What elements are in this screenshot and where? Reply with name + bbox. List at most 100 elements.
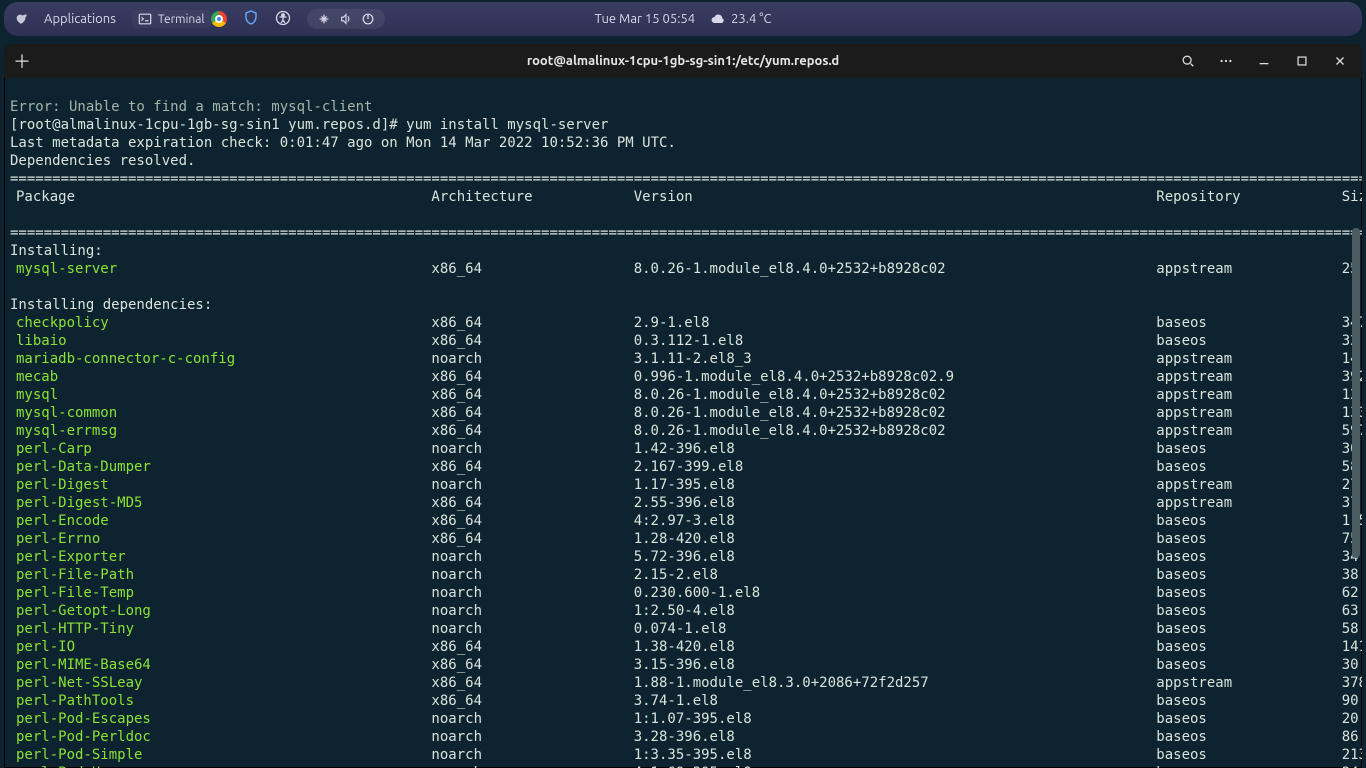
- pkg-name: checkpolicy: [10, 314, 431, 332]
- section-deps: Installing dependencies:: [10, 297, 212, 313]
- pkg-arch: noarch: [431, 440, 633, 458]
- terminal-output[interactable]: Error: Unable to find a match: mysql-cli…: [4, 78, 1362, 768]
- pkg-size: 378 k: [1342, 674, 1362, 692]
- accessibility-icon[interactable]: [275, 10, 291, 29]
- pkg-arch: noarch: [431, 728, 633, 746]
- pkg-name: mysql-common: [10, 404, 431, 422]
- pkg-repo: baseos: [1156, 620, 1341, 638]
- pkg-name: perl-Digest-MD5: [10, 494, 431, 512]
- pkg-size: 20 k: [1342, 710, 1362, 728]
- new-tab-button[interactable]: ＋: [4, 44, 40, 78]
- pkg-arch: x86_64: [431, 530, 633, 548]
- pkg-version: 1.28-420.el8: [634, 530, 1157, 548]
- network-icon: [317, 12, 331, 26]
- pkg-name: perl-Pod-Usage: [10, 764, 431, 768]
- pkg-name: mariadb-connector-c-config: [10, 350, 431, 368]
- pkg-repo: baseos: [1156, 638, 1341, 656]
- pkg-version: 1.88-1.module_el8.3.0+2086+72f2d257: [634, 674, 1157, 692]
- minimize-button[interactable]: [1246, 46, 1282, 76]
- maximize-button[interactable]: [1284, 46, 1320, 76]
- package-row: perl-PathToolsx86_643.74-1.el8baseos90 k: [10, 692, 1356, 710]
- pkg-name: perl-MIME-Base64: [10, 656, 431, 674]
- pkg-arch: x86_64: [431, 458, 633, 476]
- pkg-arch: noarch: [431, 584, 633, 602]
- pkg-name: perl-Getopt-Long: [10, 602, 431, 620]
- system-tray[interactable]: [307, 9, 385, 29]
- pkg-arch: x86_64: [431, 386, 633, 404]
- pkg-arch: noarch: [431, 476, 633, 494]
- pkg-arch: x86_64: [431, 674, 633, 692]
- pkg-version: 2.167-399.el8: [634, 458, 1157, 476]
- pkg-arch: x86_64: [431, 404, 633, 422]
- deps-resolved: Dependencies resolved.: [10, 153, 195, 169]
- package-row: perl-Encodex86_644:2.97-3.el8baseos1.5 M: [10, 512, 1356, 530]
- clock[interactable]: Tue Mar 15 05:54: [595, 12, 696, 26]
- pkg-name: mysql-errmsg: [10, 422, 431, 440]
- pkg-version: 5.72-396.el8: [634, 548, 1157, 566]
- pkg-repo: baseos: [1156, 710, 1341, 728]
- pkg-name: perl-Pod-Simple: [10, 746, 431, 764]
- menu-button[interactable]: [1208, 46, 1244, 76]
- col-arch: Architecture: [431, 188, 633, 206]
- package-row: perl-Pod-Usagenoarch4:1.69-395.el8baseos…: [10, 764, 1356, 768]
- pkg-size: 213 k: [1342, 746, 1362, 764]
- search-button[interactable]: [1170, 46, 1206, 76]
- shield-icon[interactable]: [243, 10, 259, 29]
- pkg-repo: appstream: [1156, 476, 1341, 494]
- pkg-repo: appstream: [1156, 674, 1341, 692]
- col-version: Version: [634, 188, 1157, 206]
- package-row: perl-IOx86_641.38-420.el8baseos141 k: [10, 638, 1356, 656]
- chrome-icon[interactable]: [211, 11, 227, 27]
- pkg-arch: x86_64: [431, 512, 633, 530]
- cloud-icon: [709, 11, 725, 27]
- pkg-version: 8.0.26-1.module_el8.4.0+2532+b8928c02: [634, 404, 1157, 422]
- pkg-arch: noarch: [431, 350, 633, 368]
- pkg-version: 3.28-396.el8: [634, 728, 1157, 746]
- pkg-version: 1:3.35-395.el8: [634, 746, 1157, 764]
- pkg-repo: baseos: [1156, 602, 1341, 620]
- applications-menu[interactable]: Applications: [44, 12, 116, 26]
- pkg-repo: baseos: [1156, 692, 1341, 710]
- pkg-arch: x86_64: [431, 692, 633, 710]
- pkg-arch: noarch: [431, 746, 633, 764]
- pkg-arch: noarch: [431, 764, 633, 768]
- prompt: [root@almalinux-1cpu-1gb-sg-sin1 yum.rep…: [10, 117, 398, 133]
- pkg-size: 38 k: [1342, 566, 1362, 584]
- pkg-arch: x86_64: [431, 656, 633, 674]
- pkg-name: perl-Digest: [10, 476, 431, 494]
- pkg-arch: x86_64: [431, 332, 633, 350]
- weather-widget[interactable]: 23.4 °C: [709, 11, 771, 27]
- pkg-version: 1.38-420.el8: [634, 638, 1157, 656]
- pkg-size: 62 k: [1342, 584, 1362, 602]
- package-row: perl-HTTP-Tinynoarch0.074-1.el8baseos58 …: [10, 620, 1356, 638]
- pkg-arch: noarch: [431, 548, 633, 566]
- pkg-arch: noarch: [431, 710, 633, 728]
- pkg-arch: noarch: [431, 620, 633, 638]
- package-row: perl-Digestnoarch1.17-395.el8appstream27…: [10, 476, 1356, 494]
- pkg-repo: appstream: [1156, 422, 1341, 440]
- pkg-repo: baseos: [1156, 332, 1341, 350]
- pkg-repo: baseos: [1156, 746, 1341, 764]
- pkg-name: perl-HTTP-Tiny: [10, 620, 431, 638]
- pkg-name: perl-Net-SSLeay: [10, 674, 431, 692]
- pkg-version: 0.3.112-1.el8: [634, 332, 1157, 350]
- package-row: perl-Exporternoarch5.72-396.el8baseos34 …: [10, 548, 1356, 566]
- pkg-repo: appstream: [1156, 368, 1341, 386]
- pkg-version: 8.0.26-1.module_el8.4.0+2532+b8928c02: [634, 386, 1157, 404]
- rule: ========================================…: [10, 225, 1362, 241]
- pkg-version: 0.074-1.el8: [634, 620, 1157, 638]
- package-row: perl-Pod-Perldocnoarch3.28-396.el8baseos…: [10, 728, 1356, 746]
- close-button[interactable]: [1322, 46, 1358, 76]
- power-icon: [361, 12, 375, 26]
- package-row: perl-Carpnoarch1.42-396.el8baseos30 k: [10, 440, 1356, 458]
- package-row: mysql-serverx86_648.0.26-1.module_el8.4.…: [10, 260, 1356, 278]
- taskbar-app-terminal[interactable]: Terminal: [132, 10, 211, 28]
- pkg-version: 4:1.69-395.el8: [634, 764, 1157, 768]
- distro-logo-icon: [14, 12, 28, 26]
- pkg-repo: baseos: [1156, 548, 1341, 566]
- pkg-arch: x86_64: [431, 422, 633, 440]
- scrollbar[interactable]: [1352, 228, 1360, 558]
- pkg-repo: appstream: [1156, 350, 1341, 368]
- pkg-version: 1:2.50-4.el8: [634, 602, 1157, 620]
- pkg-size: 63 k: [1342, 602, 1362, 620]
